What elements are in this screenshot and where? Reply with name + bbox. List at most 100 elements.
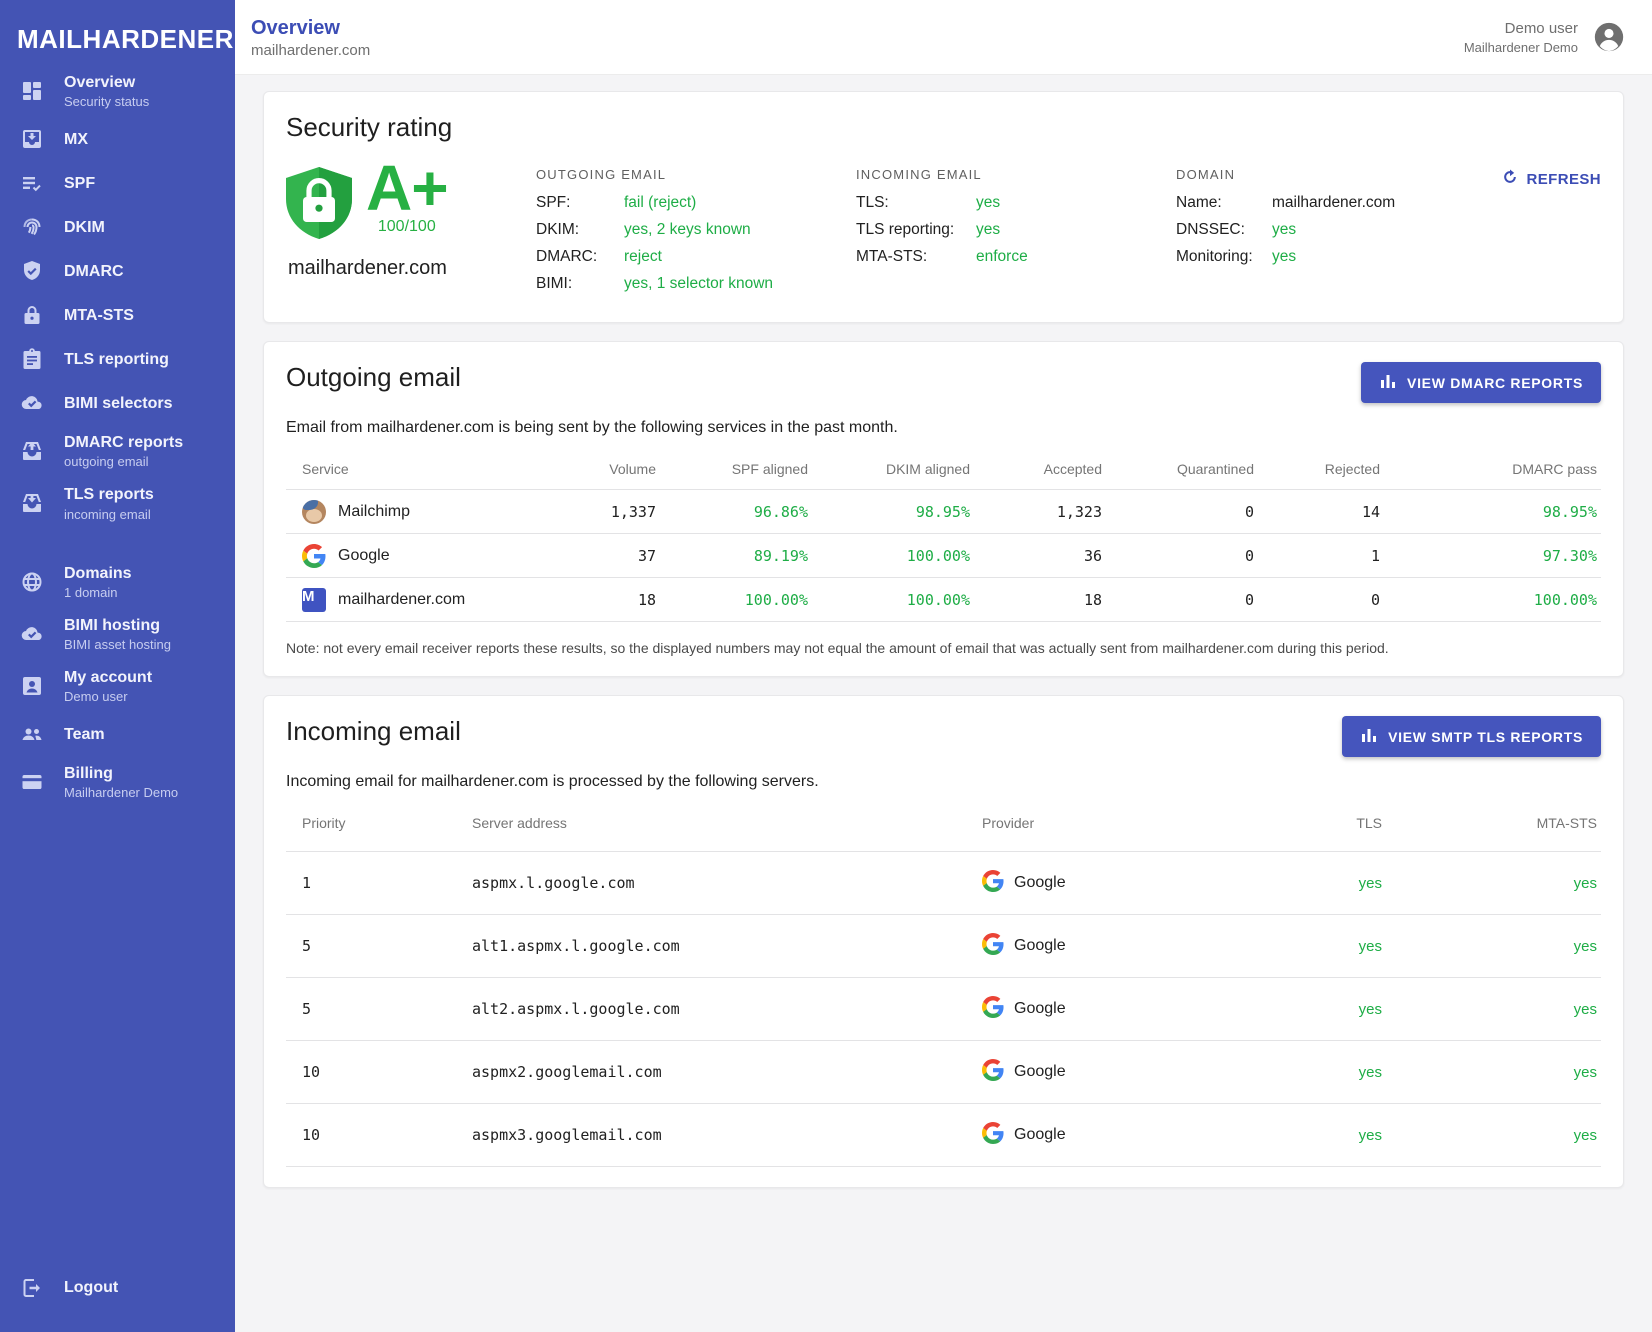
view-dmarc-reports-button[interactable]: VIEW DMARC REPORTS: [1361, 362, 1601, 403]
view-smtp-tls-reports-button[interactable]: VIEW SMTP TLS REPORTS: [1342, 716, 1601, 757]
globe-icon: [0, 570, 64, 594]
outgoing-email-heading: OUTGOING EMAIL: [536, 167, 796, 182]
sidebar-item-label: Overview: [64, 73, 149, 92]
sidebar: MAILHARDENER OverviewSecurity status MX …: [0, 0, 235, 1332]
col-header: TLS: [1266, 805, 1386, 852]
table-row: Mailchimp 1,337 96.86% 98.95% 1,323 0 14…: [286, 490, 1601, 534]
kv-value: yes, 1 selector known: [624, 275, 773, 293]
volume-value: 18: [558, 578, 660, 622]
sidebar-item-label: SPF: [64, 174, 95, 193]
sidebar-item-dkim[interactable]: DKIM: [0, 205, 235, 249]
sidebar-item-my-account[interactable]: My account Demo user: [0, 660, 235, 712]
mta-sts-value: yes: [1386, 1104, 1601, 1167]
spf-aligned-value: 89.19%: [660, 534, 812, 578]
tls-value: yes: [1266, 1041, 1386, 1104]
kv-label: BIMI:: [536, 275, 624, 293]
kv-label: MTA-STS:: [856, 248, 976, 266]
security-rating-card: Security rating A+ 100/100 mailha: [263, 91, 1624, 323]
refresh-button[interactable]: REFRESH: [1500, 167, 1601, 191]
mta-sts-value: yes: [1386, 1041, 1601, 1104]
google-icon: [982, 933, 1004, 960]
server-address: alt2.aspmx.l.google.com: [456, 978, 966, 1041]
shield-lock-icon: [286, 167, 352, 243]
sidebar-item-dmarc-reports[interactable]: DMARC reportsoutgoing email: [0, 425, 235, 477]
sidebar-item-overview[interactable]: Overview Security status: [0, 65, 235, 117]
kv-label: DKIM:: [536, 221, 624, 239]
rating-block: A+ 100/100 mailhardener.com: [286, 167, 536, 302]
sidebar-item-label: My account: [64, 668, 152, 687]
view-dmarc-reports-label: VIEW DMARC REPORTS: [1407, 375, 1583, 391]
avatar-icon[interactable]: [1592, 20, 1626, 54]
dkim-aligned-value: 100.00%: [812, 578, 974, 622]
sidebar-item-domains[interactable]: Domains1 domain: [0, 556, 235, 608]
main-area: Overview mailhardener.com Demo user Mail…: [235, 0, 1652, 1332]
kv-label: TLS:: [856, 194, 976, 212]
sidebar-item-bimi-selectors[interactable]: BIMI selectors: [0, 381, 235, 425]
sidebar-item-label: TLS reporting: [64, 350, 169, 369]
priority-value: 5: [286, 978, 456, 1041]
user-info: Demo user Mailhardener Demo: [1464, 20, 1578, 55]
sidebar-item-bimi-hosting[interactable]: BIMI hostingBIMI asset hosting: [0, 608, 235, 660]
bar-chart-icon: [1379, 372, 1397, 393]
sidebar-item-mta-sts[interactable]: MTA-STS: [0, 293, 235, 337]
sidebar-item-sub: incoming email: [64, 507, 154, 522]
incoming-email-summary: INCOMING EMAIL TLS:yes TLS reporting:yes…: [856, 167, 1116, 302]
app-root: MAILHARDENER OverviewSecurity status MX …: [0, 0, 1652, 1332]
logout-icon: [0, 1276, 64, 1300]
sidebar-item-billing[interactable]: BillingMailhardener Demo: [0, 756, 235, 808]
sidebar-section-gap: [0, 530, 235, 556]
sidebar-item-tls-reports[interactable]: TLS reportsincoming email: [0, 477, 235, 529]
table-row: 1 aspmx.l.google.com Google yes yes: [286, 852, 1601, 915]
lock-icon: [0, 303, 64, 327]
server-address: alt1.aspmx.l.google.com: [456, 915, 966, 978]
col-header: Rejected: [1258, 451, 1384, 490]
col-header: Server address: [456, 805, 966, 852]
cloud-check-icon: [0, 391, 64, 415]
sidebar-item-label: Domains: [64, 564, 132, 583]
user-name: Demo user: [1464, 20, 1578, 37]
sidebar-item-mx[interactable]: MX: [0, 117, 235, 161]
kv-value: yes: [1272, 221, 1296, 239]
sidebar-item-sub: Security status: [64, 94, 149, 109]
sidebar-item-label: DMARC: [64, 262, 124, 281]
col-header: Accepted: [974, 451, 1106, 490]
sidebar-logout: Logout: [0, 1252, 235, 1332]
inbox-arrow-icon: [0, 127, 64, 151]
col-header: Volume: [558, 451, 660, 490]
sidebar-item-spf[interactable]: SPF: [0, 161, 235, 205]
security-grade: A+: [366, 155, 448, 222]
kv-label: TLS reporting:: [856, 221, 976, 239]
people-icon: [0, 722, 64, 746]
kv-value: fail (reject): [624, 194, 696, 212]
sidebar-item-sub: Demo user: [64, 689, 152, 704]
refresh-label: REFRESH: [1527, 171, 1601, 188]
app-logo[interactable]: MAILHARDENER: [0, 0, 235, 65]
provider-name: Google: [1014, 937, 1066, 955]
list-check-icon: [0, 171, 64, 195]
accepted-value: 1,323: [974, 490, 1106, 534]
cloud-check-icon: [0, 622, 64, 646]
kv-value: enforce: [976, 248, 1028, 266]
fingerprint-icon: [0, 215, 64, 239]
dashboard-icon: [0, 79, 64, 103]
top-header: Overview mailhardener.com Demo user Mail…: [235, 0, 1652, 75]
logout-button[interactable]: Logout: [0, 1266, 235, 1310]
tls-value: yes: [1266, 1104, 1386, 1167]
sidebar-item-team[interactable]: Team: [0, 712, 235, 756]
provider-name: Google: [1014, 1126, 1066, 1144]
mta-sts-value: yes: [1386, 852, 1601, 915]
kv-label: Name:: [1176, 194, 1272, 212]
user-menu: Demo user Mailhardener Demo: [1464, 20, 1626, 55]
sidebar-item-tls-reporting[interactable]: TLS reporting: [0, 337, 235, 381]
dmarc-pass-value: 100.00%: [1384, 578, 1601, 622]
sidebar-item-label: BIMI hosting: [64, 616, 171, 635]
col-header: DKIM aligned: [812, 451, 974, 490]
sidebar-item-dmarc[interactable]: DMARC: [0, 249, 235, 293]
sidebar-item-label: DMARC reports: [64, 433, 183, 452]
google-icon: [982, 996, 1004, 1023]
service-name: mailhardener.com: [338, 591, 465, 609]
tray-up-icon: [0, 439, 64, 463]
col-header: Service: [286, 451, 558, 490]
table-header-row: Priority Server address Provider TLS MTA…: [286, 805, 1601, 852]
person-badge-icon: [0, 674, 64, 698]
